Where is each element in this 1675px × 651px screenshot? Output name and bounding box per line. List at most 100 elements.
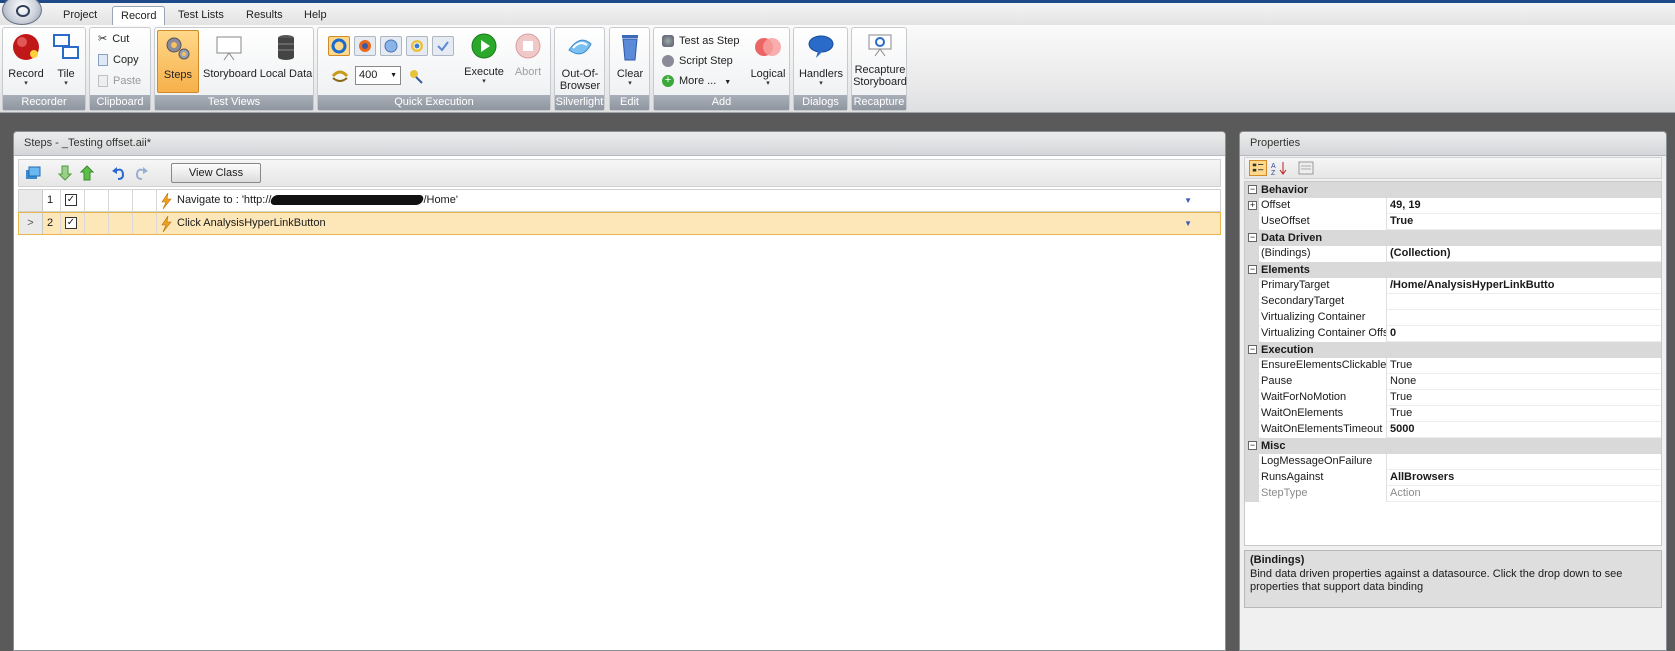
silverlight-browser-toggle[interactable] xyxy=(432,36,454,56)
row-header[interactable] xyxy=(19,190,43,211)
local-data-button[interactable]: Local Data xyxy=(259,30,313,80)
ie-browser-toggle[interactable] xyxy=(328,36,350,56)
redo-icon[interactable] xyxy=(133,165,149,181)
collapse-icon[interactable]: − xyxy=(1248,233,1257,242)
category-behavior[interactable]: − Behavior xyxy=(1245,182,1661,198)
steps-toolbar: View Class xyxy=(18,159,1221,187)
move-up-icon[interactable] xyxy=(79,165,95,181)
tab-record[interactable]: Record xyxy=(112,6,166,25)
collapse-icon[interactable]: − xyxy=(1248,265,1257,274)
tab-test-lists[interactable]: Test Lists xyxy=(170,6,232,25)
panel-splitter[interactable] xyxy=(1226,131,1237,651)
group-recapture: Recapture Storyboard Recapture xyxy=(851,27,907,111)
categorized-icon[interactable] xyxy=(1249,160,1267,176)
row-gutter xyxy=(1245,326,1259,342)
out-of-browser-button[interactable]: Out-Of- Browser xyxy=(557,30,603,92)
collapse-icon[interactable]: − xyxy=(1248,441,1257,450)
chevron-down-icon[interactable]: ▼ xyxy=(1184,190,1192,211)
row-header[interactable]: > xyxy=(19,213,43,234)
category-elements[interactable]: − Elements xyxy=(1245,262,1661,278)
table-row[interactable]: 1 ✓ Navigate to : 'http:///Home' ▼ xyxy=(18,189,1221,212)
cut-button[interactable]: ✂ Cut xyxy=(98,32,129,48)
property-row[interactable]: SecondaryTarget xyxy=(1245,294,1661,310)
property-value[interactable]: None xyxy=(1390,374,1661,389)
property-row[interactable]: WaitOnElementsTimeout 5000 xyxy=(1245,422,1661,438)
property-row[interactable]: LogMessageOnFailure xyxy=(1245,454,1661,470)
recapture-storyboard-button[interactable]: Recapture Storyboard xyxy=(853,30,907,88)
property-description: (Bindings) Bind data driven properties a… xyxy=(1244,550,1662,608)
property-name: Virtualizing Container xyxy=(1261,310,1387,326)
clear-button[interactable]: Clear ▾ xyxy=(612,30,648,88)
category-data-driven[interactable]: − Data Driven xyxy=(1245,230,1661,246)
property-value[interactable]: True xyxy=(1390,358,1661,373)
property-row[interactable]: EnsureElementsClickable True xyxy=(1245,358,1661,374)
property-row[interactable]: RunsAgainst AllBrowsers xyxy=(1245,470,1661,486)
property-pages-icon[interactable] xyxy=(1297,160,1315,176)
step-description[interactable]: Click AnalysisHyperLinkButton xyxy=(177,213,326,234)
property-value[interactable]: True xyxy=(1390,390,1661,405)
abort-button[interactable]: Abort xyxy=(510,30,546,78)
handlers-button[interactable]: Handlers ▾ xyxy=(797,30,845,88)
property-row[interactable]: (Bindings) (Collection) xyxy=(1245,246,1661,262)
step-description[interactable]: Navigate to : 'http:///Home' xyxy=(177,190,458,211)
property-row[interactable]: UseOffset True xyxy=(1245,214,1661,230)
property-value[interactable]: /Home/AnalysisHyperLinkButto xyxy=(1390,278,1661,293)
property-row[interactable]: WaitForNoMotion True xyxy=(1245,390,1661,406)
property-value[interactable]: True xyxy=(1390,406,1661,421)
tile-button[interactable]: Tile ▾ xyxy=(49,30,83,88)
expand-icon[interactable]: + xyxy=(1248,201,1257,210)
chrome-browser-toggle[interactable] xyxy=(406,36,428,56)
property-row[interactable]: + Offset 49, 19 xyxy=(1245,198,1661,214)
property-value[interactable]: 5000 xyxy=(1390,422,1661,437)
steps-button[interactable]: Steps xyxy=(157,30,199,93)
property-row[interactable]: PrimaryTarget/Home/AnalysisHyperLinkButt… xyxy=(1245,278,1661,294)
tab-project[interactable]: Project xyxy=(55,6,105,25)
speed-select[interactable]: 400 ▼ xyxy=(355,66,401,85)
property-value[interactable]: True xyxy=(1390,214,1661,229)
firefox-browser-toggle[interactable] xyxy=(354,36,376,56)
paste-button[interactable]: Paste xyxy=(98,74,141,90)
property-row[interactable]: Pause None xyxy=(1245,374,1661,390)
group-dialogs: Handlers ▾ Dialogs xyxy=(793,27,848,111)
property-row[interactable]: Virtualizing Container Offs 0 xyxy=(1245,326,1661,342)
property-value[interactable]: 49, 19 xyxy=(1390,198,1661,213)
collapse-icon[interactable]: − xyxy=(1248,345,1257,354)
step-enabled-checkbox[interactable]: ✓ xyxy=(61,190,85,211)
property-row[interactable]: WaitOnElements True xyxy=(1245,406,1661,422)
property-value[interactable]: AllBrowsers xyxy=(1390,470,1661,485)
row-gutter xyxy=(1245,374,1259,390)
group-edit: Clear ▾ Edit xyxy=(609,27,650,111)
alphabetical-sort-icon[interactable]: AZ xyxy=(1270,160,1288,176)
safari-browser-toggle[interactable] xyxy=(380,36,402,56)
script-step-button[interactable]: Script Step xyxy=(662,54,733,70)
property-value[interactable]: (Collection) xyxy=(1390,246,1661,261)
copy-button[interactable]: Copy xyxy=(98,53,139,69)
step-enabled-checkbox[interactable]: ✓ xyxy=(61,213,85,234)
chevron-down-icon[interactable]: ▼ xyxy=(1184,213,1192,234)
lightning-icon xyxy=(161,193,172,209)
execute-button[interactable]: Execute ▾ xyxy=(464,30,504,86)
view-class-button[interactable]: View Class xyxy=(171,163,261,183)
app-menu-button[interactable] xyxy=(2,0,42,25)
category-misc[interactable]: − Misc xyxy=(1245,438,1661,454)
logical-button[interactable]: Logical ▾ xyxy=(748,30,788,88)
layers-icon[interactable] xyxy=(25,165,41,181)
tab-help[interactable]: Help xyxy=(296,6,335,25)
record-button[interactable]: Record ▾ xyxy=(7,30,45,88)
storyboard-button[interactable]: Storyboard xyxy=(203,30,257,80)
move-down-icon[interactable] xyxy=(57,165,73,181)
property-row[interactable]: Virtualizing Container xyxy=(1245,310,1661,326)
property-value[interactable]: 0 xyxy=(1390,326,1661,341)
test-as-step-button[interactable]: Test as Step xyxy=(662,34,740,50)
undo-icon[interactable] xyxy=(111,165,127,181)
highlight-icon[interactable] xyxy=(407,68,425,84)
property-row[interactable]: StepType Action xyxy=(1245,486,1661,502)
table-row[interactable]: > 2 ✓ Click AnalysisHyperLinkButton ▼ xyxy=(18,212,1221,235)
more-button[interactable]: + More ... ▼ xyxy=(662,74,731,90)
ribbon-tab-bar: Project Record Test Lists Results Help xyxy=(0,0,1675,25)
tab-results[interactable]: Results xyxy=(238,6,291,25)
collapse-icon[interactable]: − xyxy=(1248,185,1257,194)
category-execution[interactable]: − Execution xyxy=(1245,342,1661,358)
step-cell xyxy=(85,213,109,234)
row-gutter xyxy=(1245,486,1259,502)
